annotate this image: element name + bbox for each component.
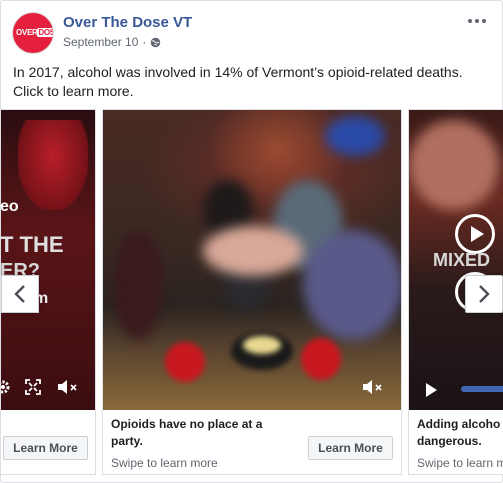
- play-icon[interactable]: [426, 383, 437, 397]
- carousel-card-2[interactable]: Opioids have no place at a party. Swipe …: [102, 109, 402, 475]
- person-blur: [113, 230, 163, 340]
- mute-icon[interactable]: [56, 378, 78, 396]
- bowl-food: [243, 336, 281, 354]
- learn-more-button[interactable]: Learn More: [308, 436, 393, 460]
- card-headline[interactable]: Adding alcoho dangerous.: [417, 416, 503, 450]
- avatar-logo: OVERDOSE: [16, 26, 53, 40]
- card-headline[interactable]: Opioids have no place at a party.: [111, 416, 291, 450]
- chevron-right-icon: [479, 285, 490, 303]
- chevron-left-icon: [14, 285, 25, 303]
- video-overlay-text: T THE: [1, 232, 64, 257]
- video-progress-bar[interactable]: [461, 386, 503, 392]
- card-subcaption: Swipe to learn more: [111, 456, 218, 470]
- hand-blur: [203, 226, 303, 276]
- page-avatar[interactable]: OVERDOSE: [12, 12, 54, 54]
- can-blur: [325, 116, 385, 156]
- post-meta: September 10 ·: [63, 35, 161, 49]
- gear-icon[interactable]: [1, 378, 12, 396]
- post-date[interactable]: September 10: [63, 35, 138, 49]
- red-cup: [165, 342, 205, 382]
- card-video[interactable]: [103, 110, 401, 410]
- page-name-link[interactable]: Over The Dose VT: [63, 14, 192, 31]
- play-icon[interactable]: [455, 214, 495, 254]
- more-options-icon[interactable]: [468, 14, 488, 28]
- person-blur: [303, 230, 401, 340]
- card-subcaption: Swipe to learn m: [417, 456, 503, 470]
- learn-more-button[interactable]: Learn More: [3, 436, 88, 460]
- card-video[interactable]: MIXED: [409, 110, 503, 410]
- red-cup: [301, 338, 341, 380]
- video-overlay-text: MIXED: [433, 250, 491, 270]
- hand-blur: [409, 120, 499, 210]
- carousel-prev-button[interactable]: [1, 275, 39, 313]
- carousel-next-button[interactable]: [465, 275, 503, 313]
- card-video[interactable]: eo T THE ER? m: [1, 110, 95, 410]
- mute-icon[interactable]: [361, 378, 383, 396]
- post-message: In 2017, alcohol was involved in 14% of …: [13, 64, 463, 99]
- feed-post: OVERDOSE Over The Dose VT September 10 ·…: [0, 0, 503, 483]
- carousel: eo T THE ER? m Learn More Opioids have n…: [1, 109, 503, 479]
- globe-icon[interactable]: [150, 37, 161, 48]
- video-overlay-text: eo: [1, 198, 19, 215]
- meta-separator: ·: [142, 35, 147, 49]
- red-cup-image: [18, 120, 88, 210]
- fullscreen-icon[interactable]: [24, 378, 42, 396]
